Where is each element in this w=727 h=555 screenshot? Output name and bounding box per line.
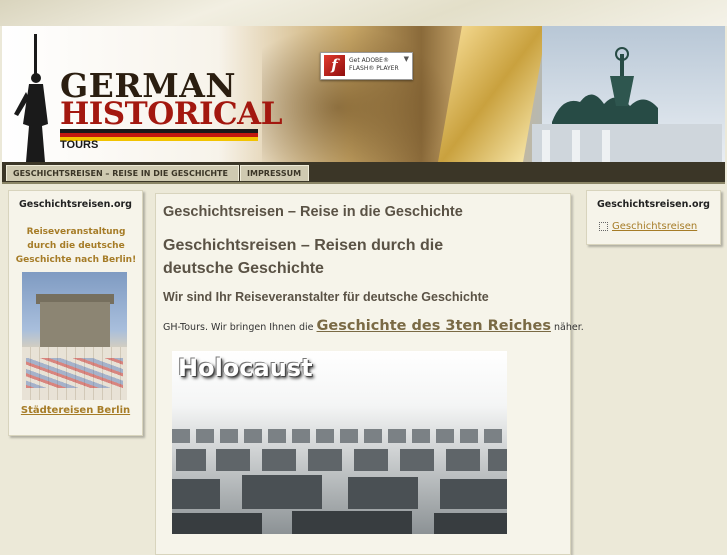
banner-statue-shade [262,26,452,162]
flash-icon: f [324,55,345,76]
top-band [0,0,727,26]
geschichte-3tes-reich-link[interactable]: Geschichte des 3ten Reiches [317,318,551,334]
banner-gold-coin [438,26,547,162]
flash-line2: FLASH® PLAYER [349,65,399,72]
page-title: Geschichtsreisen – Reise in die Geschich… [163,204,463,220]
tab-impressum[interactable]: IMPRESSUM [240,165,309,181]
page-subtitle: Geschichtsreisen – Reisen durch die deut… [163,237,444,277]
gate-columns [40,302,110,348]
holocaust-memorial-image: Holocaust [172,351,507,534]
logo-statue-icon [14,34,48,162]
tab-geschichtsreisen[interactable]: GESCHICHTSREISEN – REISE IN DIE GESCHICH… [6,165,239,181]
brandenburg-gate-photo[interactable] [22,272,127,400]
download-arrow-icon: ▼ [403,55,409,63]
get-flash-player-button[interactable]: f Get ADOBE® FLASH® PLAYER ▼ [320,52,413,80]
geschichtsreisen-link[interactable]: Geschichtsreisen [612,221,697,232]
right-sidebar-heading: Geschichtsreisen.org [596,199,710,210]
intro-suffix: näher. [554,322,584,333]
nav-bar: GESCHICHTSREISEN – REISE IN DIE GESCHICH… [2,162,725,184]
left-sidebar-tagline: Reiseveranstaltung durch die deutsche Ge… [15,227,137,265]
right-sidebar-item[interactable]: Geschichtsreisen [599,221,697,232]
intro-prefix: GH-Tours. Wir bringen Ihnen die [163,322,314,333]
wall-graffiti [26,358,123,388]
left-sidebar-box: Geschichtsreisen.org Reiseveranstaltung … [8,190,143,436]
header-banner: GERMAN HISTORICAL TOURS f Get ADOBE® FLA… [2,26,725,164]
logo-tours: TOURS [60,139,99,151]
bullet-icon [599,221,608,231]
page-tagline: Wir sind Ihr Reiseveranstalter für deuts… [163,290,489,304]
right-sidebar-box: Geschichtsreisen.org Geschichtsreisen [586,190,721,245]
flash-line1: Get ADOBE® [349,57,389,64]
memorial-stelae-icon [172,429,507,534]
left-sidebar-heading: Geschichtsreisen.org [18,199,132,210]
intro-text: GH-Tours. Wir bringen Ihnen die Geschich… [163,318,584,334]
main-content: Geschichtsreisen – Reise in die Geschich… [155,193,584,555]
quadriga-icon [532,47,722,162]
logo-historical: HISTORICAL [60,96,283,132]
staedtereisen-berlin-link[interactable]: Städtereisen Berlin [9,405,142,416]
